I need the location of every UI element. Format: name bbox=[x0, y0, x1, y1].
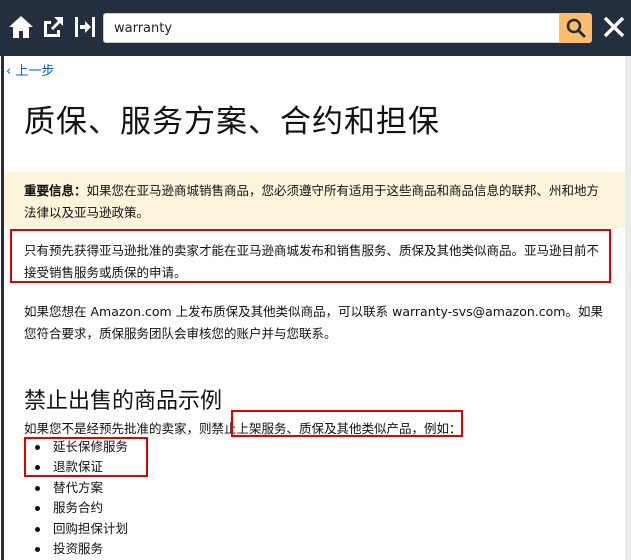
left-panel-border bbox=[1, 56, 4, 560]
search-button[interactable] bbox=[560, 13, 592, 43]
intro-after: ，例如： bbox=[411, 421, 462, 436]
notice-text: 重要信息：如果您在亚马逊商城销售商品，您必须遵守所有适用于这些商品和商品信息的联… bbox=[24, 180, 604, 224]
home-icon[interactable] bbox=[6, 12, 36, 42]
section-title: 禁止出售的商品示例 bbox=[24, 389, 223, 414]
collapse-panel-icon[interactable] bbox=[70, 12, 100, 42]
list-item: 服务合约 bbox=[24, 498, 128, 518]
page-title: 质保、服务方案、合约和担保 bbox=[24, 104, 440, 140]
intro-highlight: 禁止上架服务、质保及其他类似产品 bbox=[211, 421, 412, 436]
list-item: 退款保证 bbox=[24, 457, 128, 477]
search-icon bbox=[566, 18, 586, 38]
prohibited-list: 延长保修服务 退款保证 替代方案 服务合约 回购担保计划 投资服务 bbox=[24, 437, 128, 559]
back-link[interactable]: ‹ 上一步 bbox=[6, 60, 54, 79]
scrollbar-track[interactable] bbox=[625, 56, 631, 560]
important-notice: 重要信息：如果您在亚马逊商城销售商品，您必须遵守所有适用于这些商品和商品信息的联… bbox=[4, 172, 625, 228]
list-item: 延长保修服务 bbox=[24, 437, 128, 457]
top-toolbar bbox=[0, 0, 631, 56]
open-external-icon[interactable] bbox=[38, 12, 68, 42]
approval-paragraph: 只有预先获得亚马逊批准的卖家才能在亚马逊商城发布和销售服务、质保及其他类似商品。… bbox=[24, 243, 600, 280]
list-item: 替代方案 bbox=[24, 478, 128, 498]
notice-label: 重要信息： bbox=[24, 183, 87, 198]
search-input[interactable] bbox=[103, 13, 560, 43]
notice-body: 如果您在亚马逊商城销售商品，您必须遵守所有适用于这些商品和商品信息的联邦、州和地… bbox=[24, 183, 600, 220]
close-icon[interactable] bbox=[600, 13, 628, 41]
contact-paragraph: 如果您想在 Amazon.com 上发布质保及其他类似商品，可以联系 warra… bbox=[24, 304, 603, 341]
intro-before: 如果您不是经预先批准的卖家，则 bbox=[24, 421, 212, 436]
list-item: 回购担保计划 bbox=[24, 519, 128, 539]
chevron-left-icon: ‹ bbox=[6, 64, 12, 79]
list-item: 投资服务 bbox=[24, 539, 128, 559]
back-link-label: 上一步 bbox=[15, 64, 55, 79]
